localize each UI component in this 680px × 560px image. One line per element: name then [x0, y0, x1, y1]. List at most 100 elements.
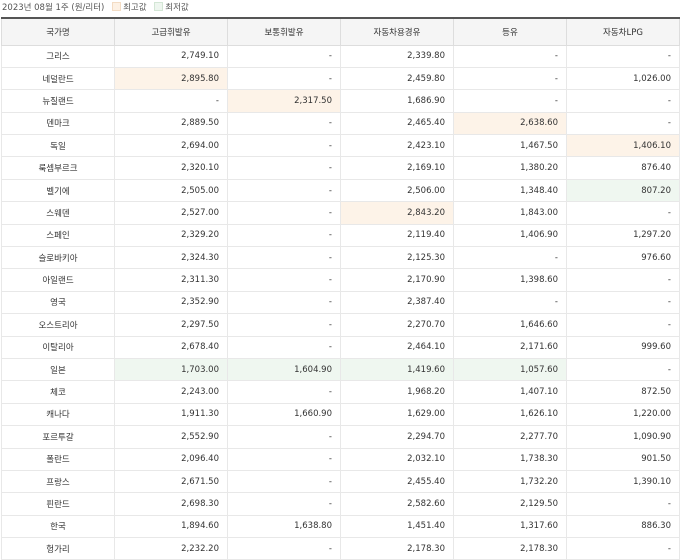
table-row: 헝가리 2,232.20-2,178.30 2,178.30-	[1, 537, 680, 560]
country-cell: 이탈리아	[1, 336, 115, 359]
table-row: 한국 1,894.60 1,638.80 1,451.40 1,317.60 886.30	[1, 515, 680, 539]
country-cell: 프랑스	[1, 470, 115, 494]
price-cell: -	[227, 134, 341, 158]
country-cell: 영국	[1, 291, 115, 315]
price-cell: 2,096.40	[114, 448, 228, 471]
price-cell: -	[566, 537, 680, 560]
price-cell: -	[453, 246, 567, 270]
country-cell: 스페인	[1, 224, 115, 248]
table-row: 핀란드 2,698.30-2,582.60 2,129.50-	[1, 492, 680, 516]
price-cell: 1,738.30	[453, 448, 567, 471]
price-cell: -	[227, 224, 341, 248]
country-cell: 일본	[1, 358, 115, 382]
price-cell: 807.20	[566, 179, 680, 203]
price-cell: 2,129.50	[453, 492, 567, 516]
price-cell: 2,320.10	[114, 156, 228, 180]
price-cell: 2,749.10	[114, 45, 228, 68]
price-cell: -	[227, 470, 341, 494]
price-cell: 872.50	[566, 380, 680, 404]
price-cell: 2,178.30	[453, 537, 567, 560]
table-row: 룩셈부르크 2,320.10-2,169.10 1,380.20 876.40	[1, 156, 680, 180]
price-cell: -	[566, 112, 680, 136]
country-cell: 헝가리	[1, 537, 115, 560]
high-legend-label: 최고값	[123, 3, 147, 13]
country-cell: 한국	[1, 515, 115, 539]
price-cell: -	[566, 358, 680, 382]
high-legend-swatch	[112, 2, 122, 11]
price-cell: 2,678.40	[114, 336, 228, 359]
price-cell: 976.60	[566, 246, 680, 270]
price-cell: 886.30	[566, 515, 680, 539]
table-row: 폴란드 2,096.40-2,032.10 1,738.30 901.50	[1, 448, 680, 471]
price-cell: -	[566, 313, 680, 337]
country-cell: 캐나다	[1, 403, 115, 427]
period-label: 2023년 08월 1주 (원/리터)	[2, 3, 105, 13]
column-header-regular-gasoline: 보통휘발유	[227, 17, 341, 46]
price-cell: 2,582.60	[340, 492, 454, 516]
price-cell: 2,294.70	[340, 425, 454, 449]
price-cell: -	[227, 425, 341, 449]
price-cell: 2,843.20	[340, 201, 454, 225]
price-cell: 2,119.40	[340, 224, 454, 248]
price-cell: 1,348.40	[453, 179, 567, 203]
column-header-country: 국가명	[1, 17, 115, 46]
price-cell: -	[227, 112, 341, 136]
table-row: 아일랜드 2,311.30-2,170.90 1,398.60-	[1, 268, 680, 292]
price-cell: 1,894.60	[114, 515, 228, 539]
price-cell: 1,660.90	[227, 403, 341, 427]
price-cell: -	[227, 380, 341, 404]
price-cell: -	[227, 179, 341, 203]
price-cell: -	[227, 291, 341, 315]
price-cell: 1,419.60	[340, 358, 454, 382]
price-cell: -	[566, 492, 680, 516]
price-cell: -	[227, 537, 341, 560]
price-cell: -	[227, 268, 341, 292]
table-header-row: 국가명 고급휘발유 보통휘발유 자동차용경유 등유 자동차LPG	[1, 17, 680, 46]
price-cell: -	[227, 201, 341, 225]
table-caption: 2023년 08월 1주 (원/리터) 최고값 최저값	[0, 0, 680, 17]
price-cell: 2,329.20	[114, 224, 228, 248]
table-row: 슬로바키아 2,324.30-2,125.30-976.60	[1, 246, 680, 270]
price-cell: 1,297.20	[566, 224, 680, 248]
price-cell: 2,277.70	[453, 425, 567, 449]
country-cell: 포르투갈	[1, 425, 115, 449]
price-cell: 2,552.90	[114, 425, 228, 449]
price-cell: 2,506.00	[340, 179, 454, 203]
table-row: 캐나다 1,911.30 1,660.90 1,629.00 1,626.10 1,220…	[1, 403, 680, 427]
price-cell: -	[227, 313, 341, 337]
price-cell: 1,406.90	[453, 224, 567, 248]
country-cell: 폴란드	[1, 448, 115, 471]
country-cell: 체코	[1, 380, 115, 404]
price-cell: 2,169.10	[340, 156, 454, 180]
price-cell: 2,387.40	[340, 291, 454, 315]
column-header-lpg: 자동차LPG	[566, 17, 680, 46]
table-row: 일본 1,703.00 1,604.90 1,419.60 1,057.60-	[1, 358, 680, 382]
price-cell: 1,638.80	[227, 515, 341, 539]
price-cell: 1,026.00	[566, 67, 680, 91]
price-cell: -	[227, 67, 341, 91]
table-row: 스페인 2,329.20-2,119.40 1,406.90 1,297.20	[1, 224, 680, 248]
price-cell: 1,390.10	[566, 470, 680, 494]
price-cell: 2,297.50	[114, 313, 228, 337]
table-row: 영국 2,352.90-2,387.40- -	[1, 291, 680, 315]
price-cell: 2,171.60	[453, 336, 567, 359]
column-header-kerosene: 등유	[453, 17, 567, 46]
price-cell: 2,170.90	[340, 268, 454, 292]
price-cell: -	[227, 492, 341, 516]
country-cell: 그리스	[1, 45, 115, 68]
country-cell: 벨기에	[1, 179, 115, 203]
price-cell: 1,090.90	[566, 425, 680, 449]
price-cell: 2,125.30	[340, 246, 454, 270]
price-cell: 2,317.50	[227, 89, 341, 113]
price-cell: 1,686.90	[340, 89, 454, 113]
table-row: 스웨덴 2,527.00-2,843.20 1,843.00-	[1, 201, 680, 225]
price-cell: 2,032.10	[340, 448, 454, 471]
table-row: 포르투갈 2,552.90-2,294.70 2,277.70 1,090.90	[1, 425, 680, 449]
price-cell: -	[453, 89, 567, 113]
price-cell: 1,703.00	[114, 358, 228, 382]
price-cell: 1,398.60	[453, 268, 567, 292]
price-cell: 2,694.00	[114, 134, 228, 158]
country-cell: 슬로바키아	[1, 246, 115, 270]
price-cell: -	[566, 291, 680, 315]
low-legend-label: 최저값	[165, 3, 189, 13]
